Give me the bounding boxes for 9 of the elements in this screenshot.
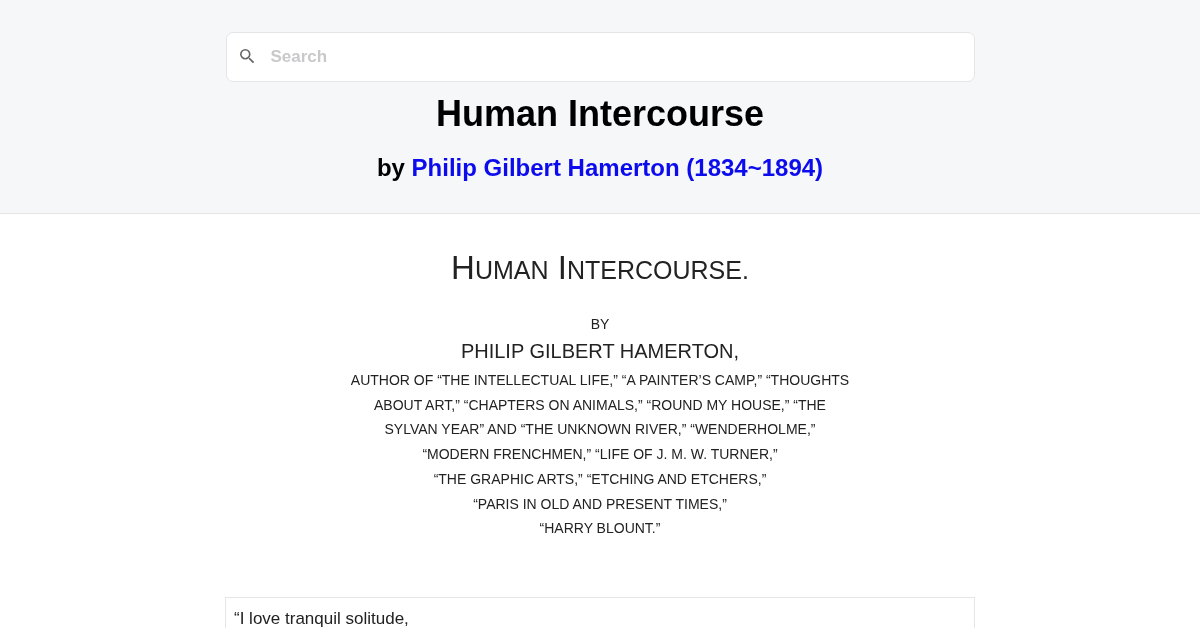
title-page-heading: HUMAN INTERCOURSE.: [451, 249, 749, 288]
author-link[interactable]: Philip Gilbert Hamerton (1834~1894): [411, 154, 824, 181]
by-line: BY: [590, 315, 610, 334]
book-title: Human Intercourse: [435, 93, 765, 135]
search-icon: [239, 49, 255, 64]
author-name: PHILIP GILBERT HAMERTON,: [460, 339, 740, 363]
works-list: AUTHOR OF “THE INTELLECTUAL LIFE,” “A PAINTER’S CAMP,” “THOUGHTS ABOUT ART,” “CHAPTERS ON ANIMALS,” “ROUND MY HOUSE,” “THE SYLVAN YEAR” AND “THE UNKNOWN RIVER,” “WENDERHOLME,” “MODERN FRENCHMEN,” “LIFE OF J. M. W. TURNER,” “THE GRAPHIC ARTS,” “ETCHING AND ETCHERS,” “PARIS IN OLD AND PRESENT TIMES,” “HARRY BLOUNT.”: [350, 368, 850, 541]
byline-prefix: by: [376, 154, 405, 181]
quote-line: “I love tranquil solitude,: [234, 607, 410, 628]
